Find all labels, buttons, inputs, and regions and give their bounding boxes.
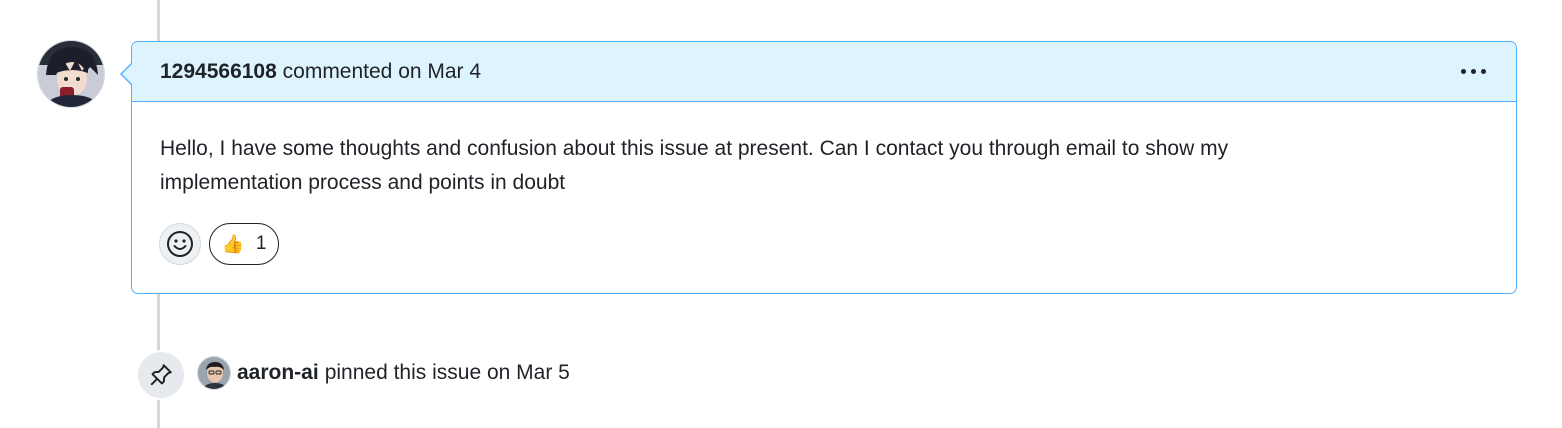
more-options-icon[interactable] <box>1461 63 1486 80</box>
reactions-bar: 👍 1 <box>159 223 279 265</box>
actor-avatar[interactable] <box>197 356 231 390</box>
smiley-icon <box>167 231 193 257</box>
comment-author-link[interactable]: 1294566108 <box>160 60 277 83</box>
author-avatar[interactable] <box>37 40 105 108</box>
pin-event-badge <box>136 350 186 400</box>
comment-header: 1294566108 commented on Mar 4 <box>132 42 1516 102</box>
comment-body: Hello, I have some thoughts and confusio… <box>160 137 1229 194</box>
event-actor-link[interactable]: aaron-ai <box>237 361 319 385</box>
comment-timestamp[interactable]: commented on Mar 4 <box>283 60 481 83</box>
comment-card: 1294566108 commented on Mar 4 Hello, I h… <box>120 41 1517 294</box>
pin-icon <box>150 364 172 386</box>
comment-pointer <box>120 62 133 86</box>
thumbs-up-reaction-button[interactable]: 👍 1 <box>209 223 279 265</box>
reaction-count: 1 <box>255 233 267 254</box>
comment-header-text: 1294566108 commented on Mar 4 <box>160 60 481 84</box>
pin-event: aaron-ai pinned this issue on Mar 5 <box>197 355 570 391</box>
event-description: pinned this issue on Mar 5 <box>324 361 570 384</box>
thumbs-up-icon: 👍 <box>221 233 244 255</box>
add-reaction-button[interactable] <box>159 223 201 265</box>
